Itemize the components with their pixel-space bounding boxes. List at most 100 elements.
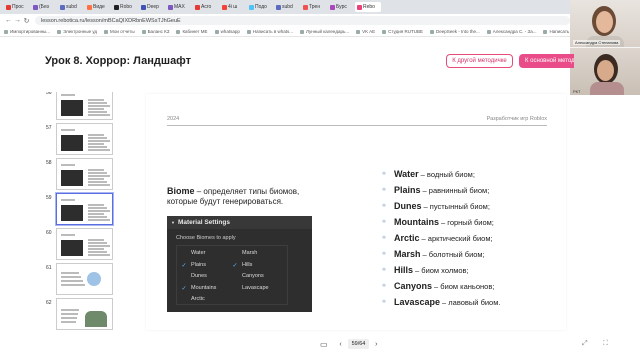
tab-label: Acro xyxy=(201,4,212,10)
slide-thumbnail[interactable] xyxy=(56,158,113,190)
thumb-text-line xyxy=(61,164,75,166)
browser-tab[interactable]: Прос xyxy=(4,2,30,12)
browser-tab[interactable]: Трен xyxy=(301,2,327,12)
bullet-icon: ⟡ xyxy=(382,282,386,289)
bookmark-icon xyxy=(141,29,146,34)
browser-tab[interactable]: Виде xyxy=(85,2,111,12)
browser-tab[interactable]: Acro xyxy=(193,2,219,12)
bookmark-item[interactable]: Электронные уд xyxy=(57,29,97,34)
biome-option[interactable]: Canyons xyxy=(232,273,264,279)
biome-option[interactable]: Water xyxy=(181,250,205,256)
participant-face xyxy=(596,11,613,33)
browser-tab[interactable]: 4i ш xyxy=(220,2,246,12)
biome-desc: – лавовый биом. xyxy=(442,297,501,307)
tab-label: Подо xyxy=(255,4,267,10)
presentation-icon[interactable]: ▭ xyxy=(320,340,328,349)
other-guide-button[interactable]: К другой методичке xyxy=(446,54,513,68)
browser-tab[interactable]: Бурс xyxy=(328,2,354,12)
expand-icon[interactable]: ⛶ xyxy=(603,340,608,348)
forward-icon[interactable]: → xyxy=(13,17,22,24)
biome-option[interactable]: ✓ Plains xyxy=(181,262,206,269)
bookmark-icon xyxy=(57,29,62,34)
slide-thumbnail[interactable] xyxy=(56,193,113,225)
bullet-icon: ⟡ xyxy=(382,202,386,209)
bookmark-icon xyxy=(382,29,387,34)
bookmark-item[interactable]: whatsapp xyxy=(214,29,240,34)
biome-option[interactable]: Marsh xyxy=(232,250,257,256)
biome-name: Dunes xyxy=(394,201,422,211)
browser-tab[interactable]: Rebo xyxy=(355,2,381,12)
browser-tab[interactable]: MAX xyxy=(166,2,192,12)
bookmark-item[interactable]: Кабинет МЕ xyxy=(176,29,208,34)
slide-thumbnail[interactable] xyxy=(56,228,113,260)
bookmark-item[interactable]: DeepSeek - Into the... xyxy=(429,29,480,34)
bookmark-item[interactable]: VK AE xyxy=(356,29,375,34)
biome-option[interactable]: Dunes xyxy=(181,273,207,279)
thumbnail-number: 58 xyxy=(46,160,52,166)
browser-tab[interactable]: Deep xyxy=(139,2,165,12)
bullet-icon: ⟡ xyxy=(382,186,386,193)
thumb-text-line xyxy=(61,199,75,201)
bookmark-icon xyxy=(4,29,8,34)
biome-list-item: ⟡ Dunes – пустынный биом; xyxy=(382,198,562,214)
checkmark-icon[interactable]: ✓ xyxy=(232,262,238,269)
biome-options-grid: Water Marsh ✓ Plains ✓ Hills Dunes Canyons ✓ Moun… xyxy=(176,245,288,305)
checkmark-icon[interactable]: ✓ xyxy=(181,285,187,292)
bookmark-item[interactable]: Баланс КЗ xyxy=(141,29,169,34)
thumb-text-line xyxy=(61,272,79,274)
thumb-text-line xyxy=(61,276,81,278)
browser-tab[interactable]: Robo xyxy=(112,2,138,12)
prev-slide-icon[interactable]: ‹ xyxy=(336,341,346,348)
bookmark-item[interactable]: Александра С. - За... xyxy=(486,29,536,34)
tab-favicon-icon xyxy=(303,4,308,10)
thumb-text-line xyxy=(88,248,104,250)
thumb-text-line xyxy=(88,143,104,145)
slide-thumbnail[interactable] xyxy=(56,123,113,155)
back-icon[interactable]: ← xyxy=(4,17,13,24)
biome-option-label: Mountains xyxy=(191,285,217,291)
thumbnail-row: 58 xyxy=(36,158,116,190)
browser-tab[interactable]: subd xyxy=(274,2,300,12)
bookmark-label: Мои отчеты xyxy=(110,29,135,34)
thumb-text-line xyxy=(88,102,107,104)
material-settings-header: ▼ Material Settings xyxy=(167,216,312,229)
bookmark-label: Студия RUTUBE xyxy=(388,29,423,34)
thumb-text-line xyxy=(88,140,110,142)
slide-thumbnail[interactable] xyxy=(56,92,113,120)
thumb-text-line xyxy=(88,149,110,151)
next-slide-icon[interactable]: › xyxy=(371,341,381,348)
thumb-text-line xyxy=(61,309,79,311)
participant-video-1[interactable]: Александра Степанова xyxy=(570,0,640,47)
slide-thumbnail[interactable] xyxy=(56,263,113,295)
slide-year: 2024 xyxy=(167,116,180,122)
slide-thumbnails: 56 57 58 59 60 61 62 xyxy=(36,92,116,332)
browser-tab[interactable]: Подо xyxy=(247,2,273,12)
biome-option[interactable]: Arctic xyxy=(181,296,205,302)
bookmark-item[interactable]: Написать в whats... xyxy=(246,29,293,34)
reload-icon[interactable]: ↻ xyxy=(22,17,31,25)
bookmark-icon xyxy=(300,29,304,34)
biome-option[interactable]: ✓ Hills xyxy=(232,262,252,269)
bookmark-label: VK AE xyxy=(362,29,376,34)
browser-tab[interactable]: subd xyxy=(58,2,84,12)
biome-option[interactable]: ✓ Mountains xyxy=(181,285,216,292)
bookmark-label: Импортированны... xyxy=(10,29,51,34)
browser-tab[interactable]: (Без xyxy=(31,2,57,12)
participant-video-2[interactable]: РКТ xyxy=(570,48,640,95)
bookmark-item[interactable]: Лунный календарь... xyxy=(300,29,349,34)
tab-label: Трен xyxy=(309,4,321,10)
biome-option[interactable]: Lavascape xyxy=(232,285,269,291)
tab-favicon-icon xyxy=(33,4,38,10)
bookmark-icon xyxy=(214,29,219,34)
bookmark-item[interactable]: Мои отчеты xyxy=(104,29,135,34)
bookmark-icon xyxy=(356,29,361,34)
url-input[interactable]: lesson.rebotica.ru/lesson/mBCaQIXDRbnEWS… xyxy=(35,16,570,25)
fullscreen-icon[interactable]: ⤢ xyxy=(582,340,588,348)
biome-list-item: ⟡ Lavascape – лавовый биом. xyxy=(382,294,562,310)
bookmark-item[interactable]: Студия RUTUBE xyxy=(382,29,423,34)
slide-thumbnail[interactable] xyxy=(56,298,113,330)
biome-list-item: ⟡ Marsh – болотный биом; xyxy=(382,246,562,262)
main-guide-button[interactable]: К основной метод xyxy=(519,54,574,68)
checkmark-icon[interactable]: ✓ xyxy=(181,262,187,269)
bookmark-item[interactable]: Импортированны... xyxy=(4,29,50,34)
